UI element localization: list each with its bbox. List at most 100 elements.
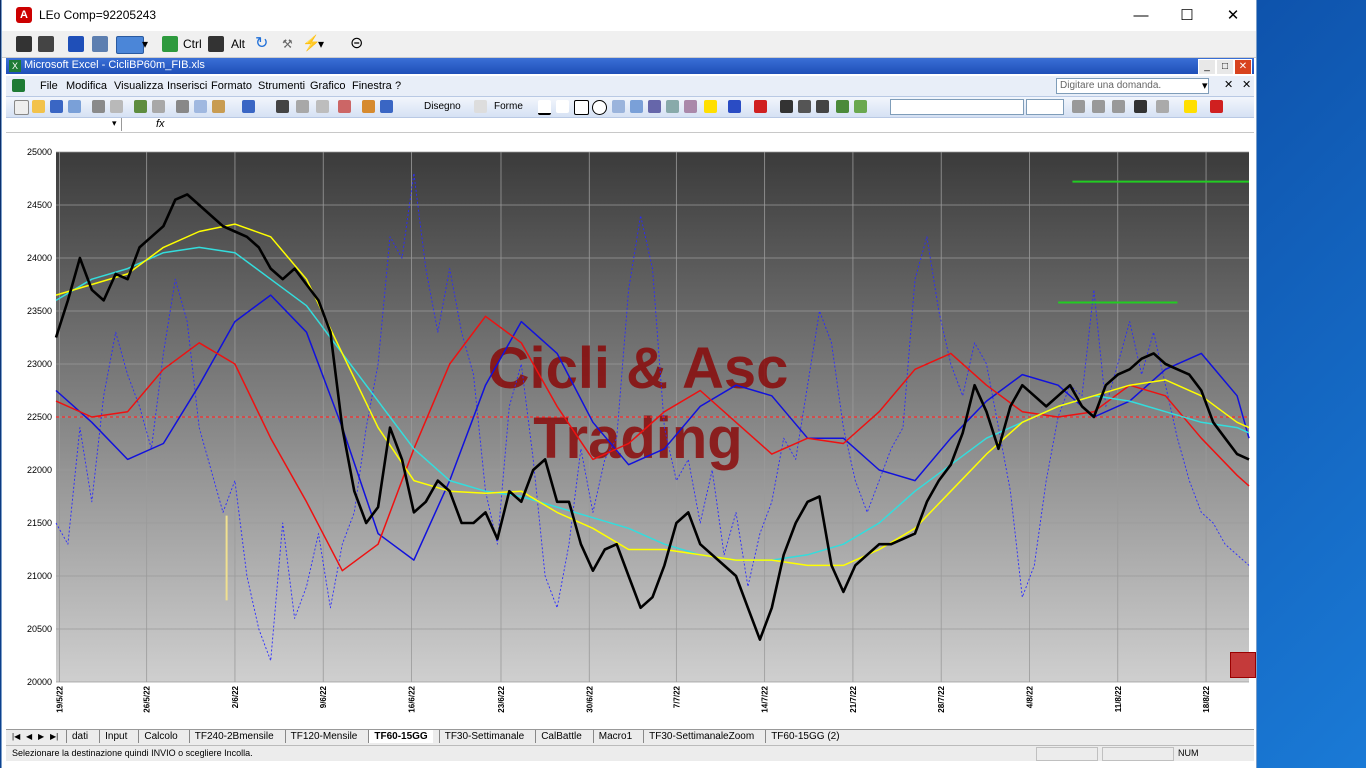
help-icon[interactable] [380, 100, 393, 113]
diagram-icon[interactable] [648, 100, 661, 113]
cut-icon[interactable] [176, 100, 189, 113]
chevron-down-icon[interactable]: ▾ [142, 35, 148, 53]
research-icon[interactable] [152, 100, 165, 113]
chevron-down-icon[interactable]: ▾ [318, 35, 324, 53]
leo-logo-icon[interactable] [1230, 652, 1256, 678]
chevron-down-icon[interactable]: ▾ [112, 118, 117, 129]
open-folder-icon[interactable] [32, 100, 45, 113]
line-color-icon[interactable] [728, 100, 741, 113]
sigma-icon[interactable] [316, 100, 329, 113]
arrow-icon[interactable] [556, 100, 569, 113]
shadow-icon[interactable] [836, 100, 849, 113]
copy-icon[interactable] [194, 100, 207, 113]
sheet-tab[interactable]: dati [66, 730, 93, 743]
fill-color-icon[interactable] [1184, 100, 1197, 113]
first-sheet-icon[interactable]: |◀ [12, 732, 20, 741]
font-name-select[interactable] [890, 99, 1024, 115]
rectangle-icon[interactable] [574, 100, 589, 115]
tool-icon[interactable]: ⚒ [282, 35, 293, 53]
new-file-icon[interactable] [14, 100, 29, 115]
font-color-icon[interactable] [754, 100, 767, 113]
undo-icon[interactable] [242, 100, 255, 113]
line-style-icon[interactable] [780, 100, 793, 113]
sort-icon[interactable] [338, 100, 351, 113]
minimize-button[interactable]: — [1118, 0, 1164, 31]
sheet-tab[interactable]: TF30-Settimanale [438, 730, 529, 743]
sheet-tab[interactable]: TF240-2Bmensile [188, 730, 279, 743]
sheet-tab[interactable]: TF30-SettimanaleZoom [643, 730, 759, 743]
hyperlink-icon[interactable] [276, 100, 289, 113]
clipart-icon[interactable] [666, 100, 679, 113]
select-arrow-icon[interactable] [474, 100, 487, 113]
excel-doc-icon[interactable] [12, 79, 25, 92]
tool-icon[interactable] [16, 36, 32, 52]
sheet-tab[interactable]: Input [99, 730, 132, 743]
oval-icon[interactable] [592, 100, 607, 115]
spelling-icon[interactable] [134, 100, 147, 113]
menu-file[interactable]: File [40, 80, 58, 92]
menu-formato[interactable]: Formato [211, 80, 252, 92]
menu-visualizza[interactable]: Visualizza [114, 80, 163, 92]
last-sheet-icon[interactable]: ▶| [50, 732, 58, 741]
font-color-icon[interactable] [1210, 100, 1223, 113]
menu-grafico[interactable]: Grafico [310, 80, 345, 92]
line-icon[interactable] [538, 100, 551, 115]
save-icon[interactable] [50, 100, 63, 113]
monitor-icon[interactable] [116, 36, 144, 54]
keyboard-icon[interactable] [208, 36, 224, 52]
refresh-icon[interactable]: ↻ [255, 35, 268, 53]
chart-wizard-icon[interactable] [362, 100, 375, 113]
maximize-button[interactable]: ☐ [1164, 0, 1210, 31]
sheet-tab[interactable]: CalBattle [535, 730, 587, 743]
name-box[interactable] [6, 118, 122, 131]
image-icon[interactable] [684, 100, 697, 113]
close-button[interactable]: ✕ [1210, 0, 1256, 31]
font-size-select[interactable] [1026, 99, 1064, 115]
align-icon[interactable] [1112, 100, 1125, 113]
textbox-icon[interactable] [612, 100, 625, 113]
next-sheet-icon[interactable]: ▶ [38, 732, 44, 741]
ask-question-input[interactable]: Digitare una domanda. [1056, 78, 1209, 94]
alt-button[interactable]: Alt [231, 35, 245, 53]
italic-icon[interactable] [1092, 100, 1105, 113]
fill-color-icon[interactable] [704, 100, 717, 113]
sheet-tab[interactable]: Calcolo [138, 730, 182, 743]
ctrl-button[interactable]: Ctrl [183, 35, 202, 53]
print-preview-icon[interactable] [110, 100, 123, 113]
menu-inserisci[interactable]: Inserisci [167, 80, 207, 92]
excel-close-button[interactable]: ✕ [1234, 59, 1252, 75]
price-chart[interactable]: 20000 20500 21000 21500 22000 22500 23000 23500… [6, 133, 1254, 729]
3d-icon[interactable] [854, 100, 867, 113]
grid-icon[interactable] [162, 36, 178, 52]
draw-menu[interactable]: Disegno [424, 101, 461, 112]
tool-icon[interactable] [38, 36, 54, 52]
chevron-down-icon[interactable]: ▾ [1202, 79, 1208, 92]
bold-icon[interactable] [1072, 100, 1085, 113]
menu-strumenti[interactable]: Strumenti [258, 80, 305, 92]
shapes-menu[interactable]: Forme [494, 101, 523, 112]
excel-minimize-button[interactable]: _ [1198, 59, 1216, 75]
currency-icon[interactable] [1134, 100, 1147, 113]
paste-icon[interactable] [212, 100, 225, 113]
borders-icon[interactable] [1156, 100, 1169, 113]
minus-circle-icon[interactable]: ⊝ [350, 35, 363, 53]
dash-style-icon[interactable] [798, 100, 811, 113]
sheet-tab[interactable]: TF60-15GG (2) [765, 730, 844, 743]
menu-modifica[interactable]: Modifica [66, 80, 107, 92]
close-icon[interactable]: ✕ [1224, 78, 1233, 91]
sheet-tab[interactable]: TF120-Mensile [284, 730, 363, 743]
sheet-tab[interactable]: TF60-15GG [368, 730, 433, 743]
autosum-icon[interactable] [296, 100, 309, 113]
list-icon[interactable] [68, 36, 84, 52]
print-icon[interactable] [92, 100, 105, 113]
menu-finestra[interactable]: Finestra [352, 80, 392, 92]
arrow-style-icon[interactable] [816, 100, 829, 113]
excel-restore-button[interactable]: □ [1216, 59, 1234, 75]
prev-sheet-icon[interactable]: ◀ [26, 732, 32, 741]
menu-help[interactable]: ? [395, 80, 401, 92]
sheet-tab[interactable]: Macro1 [592, 730, 637, 743]
wordart-icon[interactable] [630, 100, 643, 113]
speaker-icon[interactable] [92, 36, 108, 52]
close-icon[interactable]: ✕ [1242, 78, 1251, 91]
permission-icon[interactable] [68, 100, 81, 113]
